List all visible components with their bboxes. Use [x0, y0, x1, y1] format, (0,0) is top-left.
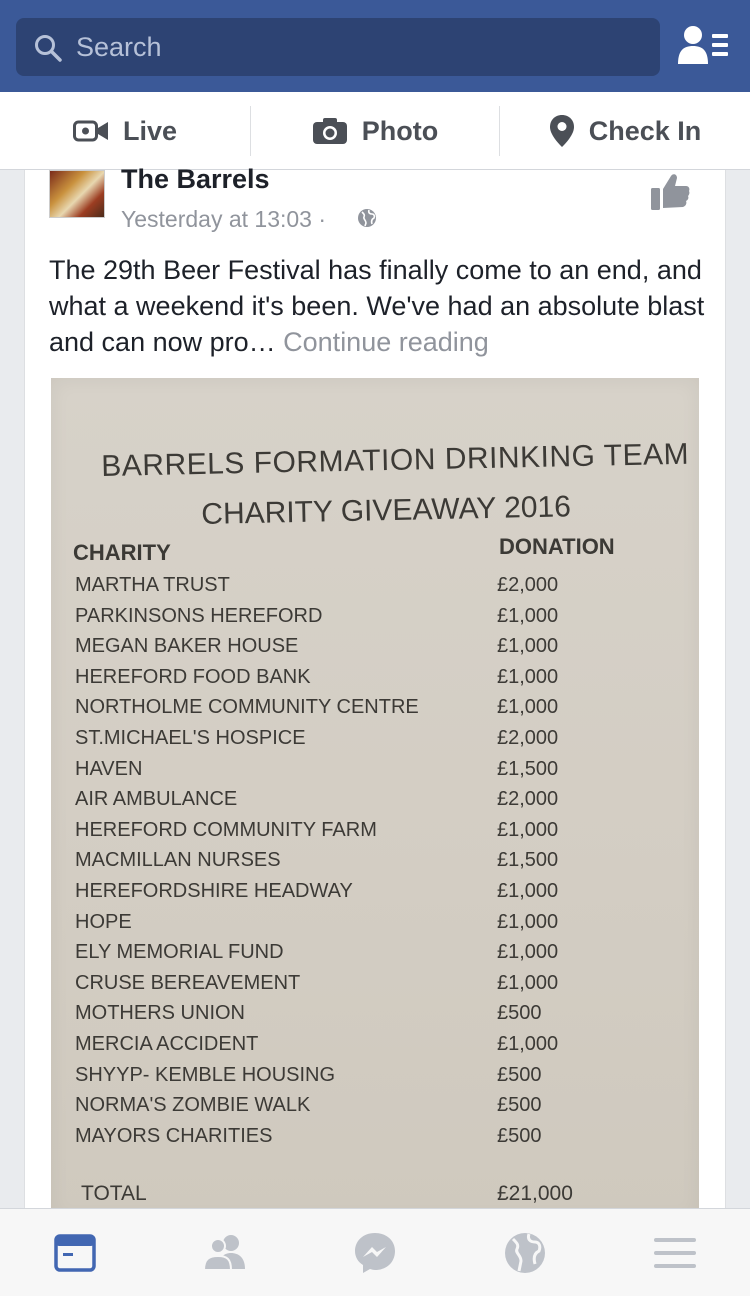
composer-bar: Live Photo Check In	[0, 92, 750, 170]
donation-amount: £1,500	[497, 757, 559, 780]
continue-reading-link[interactable]: Continue reading	[283, 327, 489, 357]
charity-name: MACMILLAN NURSES	[75, 849, 281, 872]
donation-amount: £2,000	[497, 788, 559, 811]
charity-name: HEREFORD FOOD BANK	[75, 665, 311, 688]
sheet-title: BARRELS FORMATION DRINKING TEAM	[101, 437, 690, 483]
table-row: MEGAN BAKER HOUSE £1,000	[51, 635, 699, 666]
donation-amount: £2,000	[497, 727, 559, 749]
friend-requests-icon[interactable]	[676, 24, 730, 68]
donation-amount: £2,000	[497, 574, 559, 596]
charity-name: PARKINSONS HEREFORD	[75, 604, 323, 627]
post-photo[interactable]: BARRELS FORMATION DRINKING TEAM CHARITY …	[51, 378, 699, 1220]
post-author[interactable]: The Barrels	[121, 164, 270, 195]
table-row: MARTHA TRUST £2,000	[51, 574, 699, 605]
charity-name: MEGAN BAKER HOUSE	[75, 635, 299, 658]
charity-name: HAVEN	[75, 757, 143, 780]
charity-name: NORTHOLME COMMUNITY CENTRE	[75, 696, 419, 719]
table-row: MAYORS CHARITIES £500	[51, 1125, 699, 1156]
post-text: The 29th Beer Festival has finally come …	[49, 252, 709, 360]
total-label: TOTAL	[81, 1182, 147, 1205]
news-feed-icon[interactable]	[53, 1231, 97, 1275]
friends-icon[interactable]	[203, 1231, 247, 1275]
photo-label: Photo	[361, 115, 439, 146]
post-card: The Barrels Yesterday at 13:03 · The 29t…	[24, 164, 726, 1220]
donation-amount: £1,000	[497, 941, 559, 964]
post-timestamp[interactable]: Yesterday at 13:03 ·	[121, 206, 326, 233]
donation-amount: £1,000	[497, 604, 559, 627]
donation-amount: £500	[497, 1124, 542, 1147]
charity-name: HOPE	[75, 910, 132, 933]
photo-button[interactable]: Photo	[250, 92, 500, 170]
donation-amount: £1,000	[497, 1033, 559, 1055]
donation-amount: £1,000	[497, 696, 559, 719]
bottom-tab-bar	[0, 1208, 750, 1296]
table-row: PARKINSONS HEREFORD £1,000	[51, 605, 699, 636]
table-row: HAVEN £1,500	[51, 758, 699, 789]
donation-amount: £500	[497, 1063, 542, 1086]
donation-amount: £1,000	[497, 635, 559, 658]
table-row: HEREFORDSHIRE HEADWAY £1,000	[51, 880, 699, 911]
notifications-globe-icon[interactable]	[503, 1231, 547, 1275]
donation-amount: £1,000	[497, 971, 559, 994]
table-row: SHYYP- KEMBLE HOUSING £500	[51, 1064, 699, 1095]
charity-name: AIR AMBULANCE	[75, 788, 238, 811]
check-in-label: Check In	[588, 115, 702, 146]
search-input[interactable]: Search	[16, 18, 660, 76]
total-value: £21,000	[497, 1182, 573, 1205]
like-icon[interactable]	[649, 172, 691, 212]
search-placeholder: Search	[76, 32, 162, 62]
donation-amount: £1,000	[497, 665, 559, 688]
donation-sheet: BARRELS FORMATION DRINKING TEAM CHARITY …	[51, 378, 699, 1220]
globe-icon	[358, 209, 376, 227]
messenger-icon[interactable]	[353, 1231, 397, 1275]
table-row: HEREFORD FOOD BANK £1,000	[51, 666, 699, 697]
charity-name: ELY MEMORIAL FUND	[75, 941, 284, 964]
table-row: MERCIA ACCIDENT £1,000	[51, 1033, 699, 1064]
table-row: HOPE £1,000	[51, 911, 699, 942]
charity-name: NORMA'S ZOMBIE WALK	[75, 1094, 311, 1117]
menu-icon[interactable]	[653, 1231, 697, 1275]
donation-amount: £1,000	[497, 880, 559, 902]
live-button[interactable]: Live	[0, 92, 250, 170]
top-navigation-bar: Search	[0, 0, 750, 92]
avatar[interactable]	[49, 170, 105, 218]
charity-name: MARTHA TRUST	[75, 574, 230, 596]
table-row: MOTHERS UNION £500	[51, 1002, 699, 1033]
charity-name: ST.MICHAEL'S HOSPICE	[75, 727, 306, 749]
live-video-icon	[72, 120, 108, 142]
table-row: ST.MICHAEL'S HOSPICE £2,000	[51, 727, 699, 758]
table-row: ELY MEMORIAL FUND £1,000	[51, 941, 699, 972]
charity-name: HEREFORDSHIRE HEADWAY	[75, 880, 353, 902]
column-header-donation: DONATION	[499, 534, 615, 559]
table-row: HEREFORD COMMUNITY FARM £1,000	[51, 819, 699, 850]
sheet-subtitle: CHARITY GIVEAWAY 2016	[201, 490, 572, 531]
charity-name: SHYYP- KEMBLE HOUSING	[75, 1063, 336, 1086]
charity-name: CRUSE BEREAVEMENT	[75, 971, 301, 994]
charity-name: MAYORS CHARITIES	[75, 1124, 273, 1147]
charity-name: MOTHERS UNION	[75, 1002, 245, 1025]
table-row: CRUSE BEREAVEMENT £1,000	[51, 972, 699, 1003]
donation-amount: £1,000	[497, 910, 559, 933]
donation-amount: £1,000	[497, 818, 559, 841]
table-row: AIR AMBULANCE £2,000	[51, 788, 699, 819]
table-row: NORMA'S ZOMBIE WALK £500	[51, 1094, 699, 1125]
charity-name: MERCIA ACCIDENT	[75, 1033, 259, 1055]
location-pin-icon	[549, 115, 574, 147]
column-header-charity: CHARITY	[73, 540, 171, 565]
search-icon	[35, 35, 62, 62]
table-row: MACMILLAN NURSES £1,500	[51, 849, 699, 880]
live-label: Live	[122, 115, 178, 146]
donation-amount: £500	[497, 1002, 542, 1025]
donation-amount: £1,500	[497, 849, 559, 872]
table-row: NORTHOLME COMMUNITY CENTRE £1,000	[51, 696, 699, 727]
donation-amount: £500	[497, 1094, 542, 1117]
check-in-button[interactable]: Check In	[500, 92, 750, 170]
camera-icon	[312, 118, 347, 144]
charity-name: HEREFORD COMMUNITY FARM	[75, 818, 377, 841]
